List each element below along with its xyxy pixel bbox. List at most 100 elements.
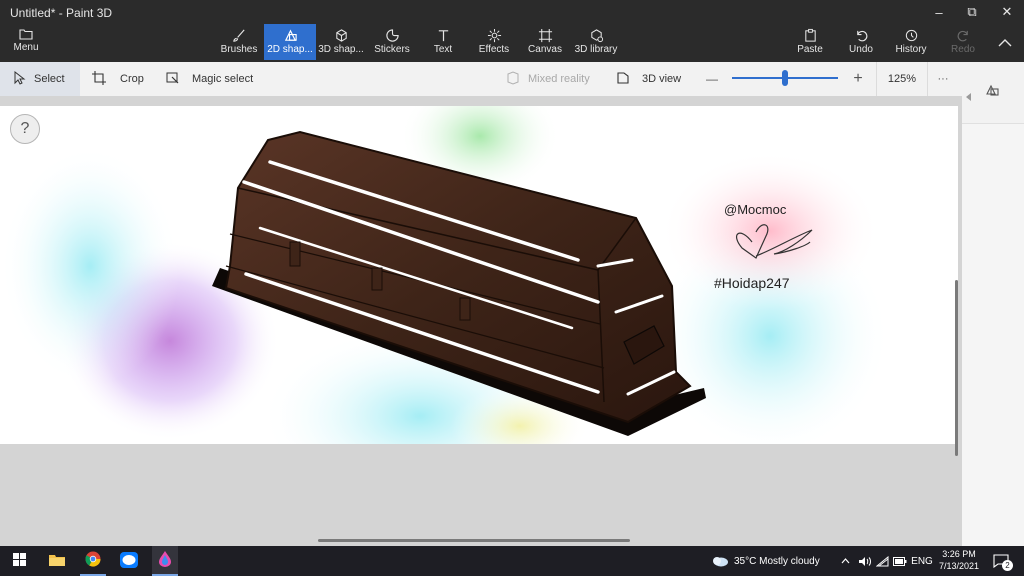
restore-button[interactable]: ⧉ bbox=[955, 2, 989, 22]
history-label: History bbox=[895, 44, 927, 55]
paste-label: Paste bbox=[797, 44, 823, 55]
3d-library-button[interactable]: 3D library bbox=[572, 24, 620, 60]
close-button[interactable]: ✕ bbox=[990, 2, 1024, 22]
wifi-icon[interactable] bbox=[874, 546, 890, 576]
canvas-hashtag-text: #Hoidap247 bbox=[714, 275, 790, 291]
undo-button[interactable]: Undo bbox=[844, 24, 878, 60]
notification-count: 2 bbox=[1002, 560, 1013, 571]
cursor-icon bbox=[12, 70, 26, 88]
effects-button[interactable]: Effects bbox=[474, 24, 514, 60]
3d-shapes-button[interactable]: 3D shap... bbox=[318, 24, 364, 60]
side-panel-header bbox=[962, 62, 1024, 124]
select-button[interactable]: Select bbox=[0, 62, 80, 96]
chevron-up-tray-icon[interactable] bbox=[838, 546, 852, 576]
mixed-reality-button[interactable]: Mixed reality bbox=[506, 62, 590, 96]
3d-shapes-label: 3D shap... bbox=[318, 44, 364, 55]
title-bar: Untitled* - Paint 3D – ⧉ ✕ Menu Brushes … bbox=[0, 0, 1024, 62]
help-button[interactable]: ? bbox=[10, 114, 40, 144]
3d-view-button[interactable]: 3D view bbox=[616, 62, 681, 96]
redo-label: Redo bbox=[951, 44, 975, 55]
menu-button[interactable]: Menu bbox=[6, 26, 46, 60]
zoom-slider-thumb[interactable] bbox=[782, 70, 788, 86]
zalo-icon bbox=[120, 551, 138, 571]
zoom-out-button[interactable]: — bbox=[704, 62, 720, 96]
stickers-label: Stickers bbox=[374, 44, 410, 55]
horizontal-scrollbar[interactable] bbox=[318, 539, 630, 542]
2d-shapes-icon bbox=[283, 27, 298, 44]
taskbar-chrome[interactable] bbox=[80, 546, 106, 576]
clock-time: 3:26 PM bbox=[942, 549, 976, 559]
notification-icon: 2 bbox=[993, 554, 1013, 571]
taskbar: 35°C Mostly cloudy ENG 3:26 PM 7/13/2021… bbox=[0, 546, 1024, 576]
zoom-in-button[interactable]: + bbox=[850, 62, 866, 96]
zoom-value[interactable]: 125% bbox=[876, 62, 928, 96]
3d-shapes-icon bbox=[334, 27, 349, 44]
tool-options-bar: Select Crop Magic select Mixed reality 3… bbox=[0, 62, 962, 96]
magic-select-label: Magic select bbox=[192, 73, 254, 85]
effects-label: Effects bbox=[478, 44, 510, 55]
3d-view-icon bbox=[616, 71, 630, 88]
brush-icon bbox=[232, 27, 247, 44]
canvas-button[interactable]: Canvas bbox=[526, 24, 564, 60]
brushes-label: Brushes bbox=[220, 44, 258, 55]
more-options-button[interactable]: ··· bbox=[934, 62, 952, 96]
side-panel-shapes-icon[interactable] bbox=[984, 82, 1000, 103]
artwork: @Mocmoc #Hoidap247 bbox=[0, 106, 890, 444]
window-title: Untitled* - Paint 3D bbox=[10, 6, 113, 20]
taskbar-zalo[interactable] bbox=[116, 546, 142, 576]
select-label: Select bbox=[34, 73, 65, 85]
history-button[interactable]: History bbox=[892, 24, 930, 60]
crop-icon bbox=[92, 70, 106, 88]
clock[interactable]: 3:26 PM 7/13/2021 bbox=[930, 548, 988, 572]
paste-icon bbox=[803, 27, 818, 44]
weather-text[interactable]: 35°C Mostly cloudy bbox=[734, 546, 830, 576]
redo-icon bbox=[956, 27, 971, 44]
battery-icon[interactable] bbox=[892, 546, 908, 576]
sticker-icon bbox=[385, 27, 400, 44]
brushes-button[interactable]: Brushes bbox=[216, 24, 262, 60]
3d-library-icon bbox=[589, 27, 604, 44]
magic-select-button[interactable]: Magic select bbox=[166, 62, 253, 96]
file-explorer-icon bbox=[49, 553, 65, 569]
workspace: @Mocmoc #Hoidap247 bbox=[0, 96, 962, 546]
canvas-label: Canvas bbox=[528, 44, 562, 55]
mixed-reality-label: Mixed reality bbox=[528, 73, 590, 85]
chevron-up-icon bbox=[998, 34, 1012, 52]
undo-icon bbox=[854, 27, 869, 44]
3d-view-label: 3D view bbox=[642, 73, 682, 85]
menu-label: Menu bbox=[13, 42, 39, 53]
text-button[interactable]: Text bbox=[424, 24, 462, 60]
collapse-ribbon-button[interactable] bbox=[992, 32, 1018, 54]
paint3d-icon bbox=[158, 550, 172, 570]
windows-icon bbox=[12, 553, 26, 569]
taskbar-paint3d[interactable] bbox=[152, 546, 178, 576]
side-panel bbox=[962, 124, 1024, 546]
text-label: Text bbox=[433, 44, 453, 55]
canvas-handle-text: @Mocmoc bbox=[724, 202, 787, 217]
weather-icon[interactable] bbox=[710, 546, 730, 576]
folder-icon bbox=[19, 26, 33, 42]
chevron-left-icon[interactable] bbox=[966, 88, 972, 106]
zoom-slider[interactable] bbox=[732, 62, 838, 96]
2d-shapes-label: 2D shap... bbox=[267, 44, 313, 55]
crop-button[interactable]: Crop bbox=[92, 62, 144, 96]
notifications-button[interactable]: 2 bbox=[990, 546, 1013, 576]
effects-icon bbox=[487, 27, 502, 44]
volume-icon[interactable] bbox=[856, 546, 872, 576]
chrome-icon bbox=[85, 551, 101, 570]
2d-shapes-button[interactable]: 2D shap... bbox=[264, 24, 316, 60]
history-icon bbox=[904, 27, 919, 44]
paste-button[interactable]: Paste bbox=[792, 24, 828, 60]
canvas-icon bbox=[538, 27, 553, 44]
redo-button[interactable]: Redo bbox=[946, 24, 980, 60]
start-button[interactable] bbox=[8, 546, 30, 576]
undo-label: Undo bbox=[849, 44, 873, 55]
stickers-button[interactable]: Stickers bbox=[370, 24, 414, 60]
text-icon bbox=[436, 27, 451, 44]
mixed-reality-icon bbox=[506, 70, 520, 88]
crop-label: Crop bbox=[120, 73, 144, 85]
vertical-scrollbar[interactable] bbox=[955, 280, 958, 456]
minimize-button[interactable]: – bbox=[922, 2, 956, 22]
drawing-canvas[interactable]: @Mocmoc #Hoidap247 bbox=[0, 106, 958, 444]
taskbar-file-explorer[interactable] bbox=[44, 546, 70, 576]
